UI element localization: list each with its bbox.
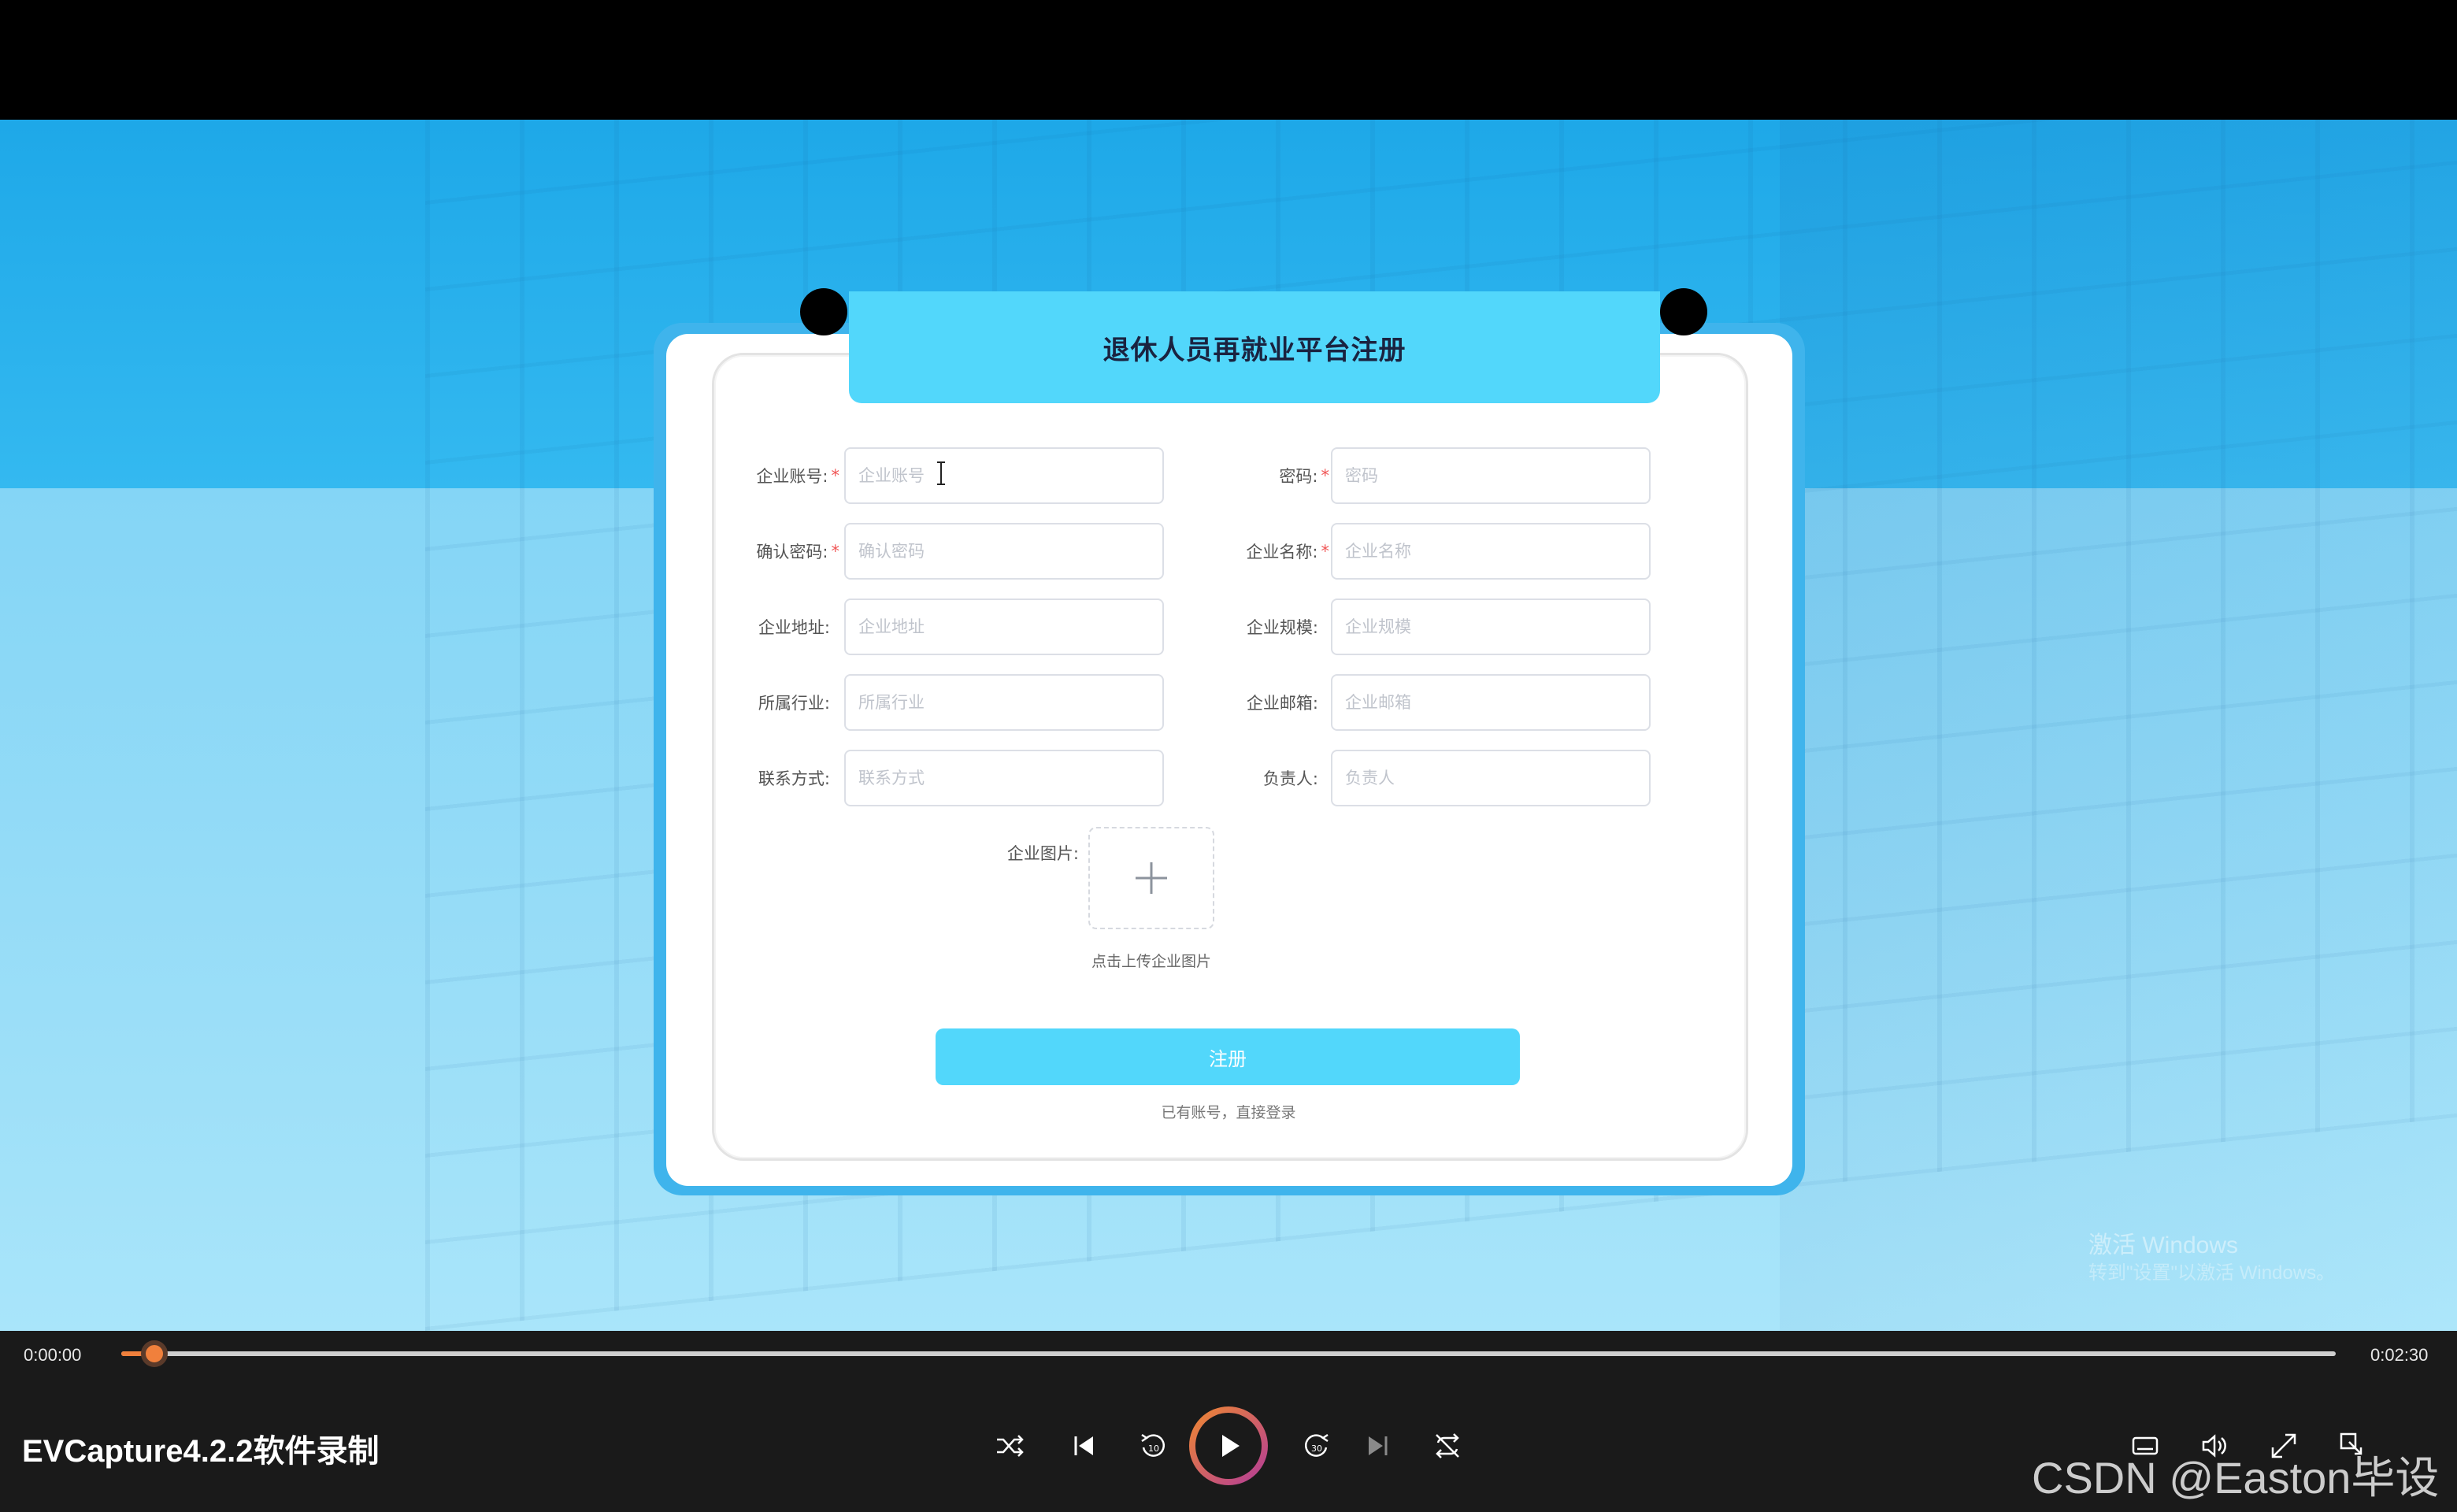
- binder-ring-right: [1660, 288, 1707, 335]
- field-label-contact: 联系方式:: [758, 769, 830, 788]
- field-label-company-image: 企业图片:: [1006, 844, 1079, 863]
- shuffle-icon: [997, 1435, 1024, 1457]
- forward-30-button[interactable]: 30: [1298, 1427, 1336, 1465]
- field-label-account: 企业账号: *: [756, 466, 840, 486]
- manager-input[interactable]: [1345, 769, 1649, 788]
- register-button[interactable]: 注册: [936, 1028, 1520, 1085]
- svg-text:30: 30: [1311, 1443, 1322, 1454]
- current-time: 0:00:00: [24, 1345, 82, 1365]
- seek-bar[interactable]: [121, 1351, 2336, 1356]
- industry-input[interactable]: [858, 693, 1162, 712]
- confirm-password-field[interactable]: [844, 523, 1164, 580]
- email-input[interactable]: [1345, 693, 1649, 712]
- required-mark: *: [1321, 466, 1330, 485]
- field-label-password: 密码: *: [1279, 466, 1330, 486]
- company-name-field[interactable]: [1331, 523, 1651, 580]
- required-mark: *: [831, 466, 840, 485]
- image-upload-button[interactable]: [1088, 827, 1214, 929]
- password-field[interactable]: [1331, 447, 1651, 504]
- activate-windows-subtitle: 转到"设置"以激活 Windows。: [2088, 1262, 2336, 1284]
- top-black-bar: [0, 0, 2457, 120]
- field-label-confirm-password: 确认密码: *: [756, 542, 840, 561]
- total-time: 0:02:30: [2370, 1345, 2429, 1365]
- next-icon: [1369, 1436, 1388, 1455]
- required-mark: *: [1321, 542, 1330, 561]
- address-field[interactable]: [844, 598, 1164, 655]
- login-link[interactable]: 已有账号，直接登录: [1102, 1101, 1354, 1122]
- recording-app-title: EVCapture4.2.2软件录制: [22, 1434, 380, 1469]
- password-input[interactable]: [1345, 466, 1649, 485]
- forward-30-icon: 30: [1304, 1433, 1329, 1457]
- previous-button[interactable]: [1065, 1427, 1102, 1465]
- csdn-watermark: CSDN @Easton毕设: [2032, 1453, 2440, 1503]
- required-mark: *: [831, 542, 840, 561]
- next-button[interactable]: [1359, 1427, 1397, 1465]
- field-label-email: 企业邮箱:: [1246, 694, 1318, 713]
- field-label-manager: 负责人:: [1262, 769, 1318, 788]
- text-cursor-icon: [937, 461, 945, 485]
- scale-field[interactable]: [1331, 598, 1651, 655]
- plus-icon: [1136, 862, 1167, 894]
- binder-ring-left: [800, 288, 847, 335]
- industry-field[interactable]: [844, 674, 1164, 731]
- rewind-10-button[interactable]: 10: [1134, 1427, 1172, 1465]
- play-icon: [1222, 1435, 1240, 1457]
- company-name-input[interactable]: [1345, 542, 1649, 561]
- field-label-scale: 企业规模:: [1246, 618, 1318, 637]
- shuffle-button[interactable]: [991, 1427, 1028, 1465]
- address-input[interactable]: [858, 617, 1162, 636]
- rewind-10-icon: 10: [1141, 1433, 1166, 1457]
- activate-windows-title: 激活 Windows: [2088, 1232, 2239, 1258]
- field-label-address: 企业地址:: [758, 618, 830, 637]
- repeat-icon: [1436, 1433, 1459, 1458]
- svg-text:10: 10: [1148, 1443, 1159, 1454]
- account-input[interactable]: [858, 466, 1162, 485]
- form-title-tab: 退休人员再就业平台注册: [849, 291, 1660, 403]
- upload-hint: 点击上传企业图片: [1091, 953, 1211, 970]
- account-field[interactable]: [844, 447, 1164, 504]
- field-label-industry: 所属行业:: [758, 694, 830, 713]
- repeat-button[interactable]: [1429, 1427, 1466, 1465]
- email-field[interactable]: [1331, 674, 1651, 731]
- contact-input[interactable]: [858, 769, 1162, 788]
- page-title: 退休人员再就业平台注册: [1102, 334, 1406, 366]
- previous-icon: [1074, 1436, 1093, 1455]
- seek-bar-progress: [121, 1351, 144, 1356]
- field-label-company-name: 企业名称: *: [1246, 542, 1330, 561]
- seek-handle[interactable]: [141, 1340, 169, 1367]
- contact-field[interactable]: [844, 750, 1164, 806]
- manager-field[interactable]: [1331, 750, 1651, 806]
- scale-input[interactable]: [1345, 617, 1649, 636]
- confirm-password-input[interactable]: [858, 542, 1162, 561]
- play-button[interactable]: [1189, 1406, 1268, 1485]
